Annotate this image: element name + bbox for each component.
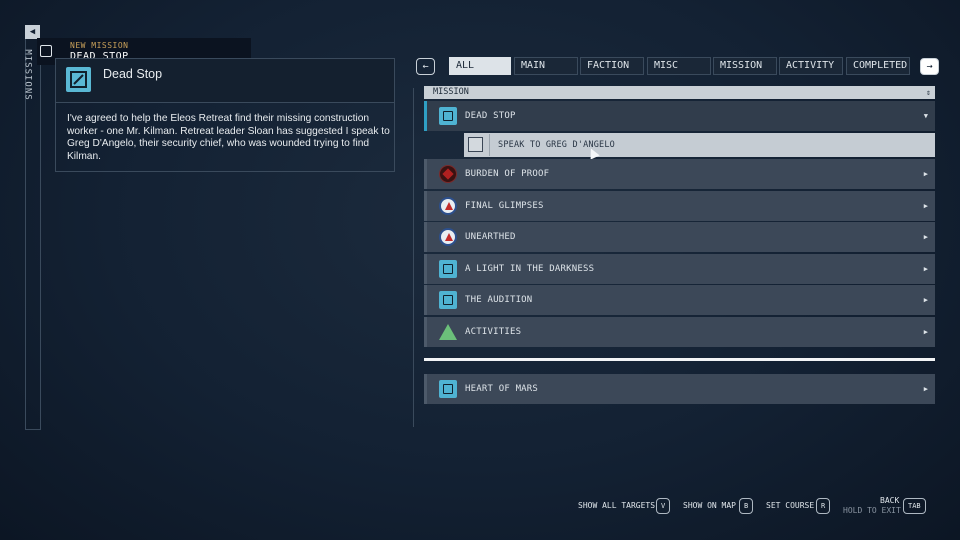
mission-icon	[40, 45, 52, 57]
hold-to-exit-label: HOLD TO EXIT	[843, 506, 901, 515]
list-header[interactable]: MISSION ⇕	[424, 86, 935, 99]
next-tab-button[interactable]: →	[920, 58, 939, 75]
mission-row-activities[interactable]: ACTIVITIES ▶	[424, 317, 935, 347]
chevron-down-icon: ▼	[923, 112, 928, 120]
mission-detail-description: I've agreed to help the Eleos Retreat fi…	[67, 113, 390, 162]
chevron-right-icon: ▶	[923, 233, 928, 241]
chevron-right-icon: ▶	[923, 385, 928, 393]
mission-row-label: HEART OF MARS	[465, 384, 539, 394]
list-separator	[424, 358, 935, 361]
united-colonies-icon	[439, 197, 457, 215]
tab-all[interactable]: ALL	[449, 57, 511, 75]
panel-divider	[413, 88, 414, 427]
mission-icon	[439, 260, 457, 278]
chevron-right-icon: ▶	[923, 202, 928, 210]
mission-icon	[439, 107, 457, 125]
mission-row-unearthed[interactable]: UNEARTHED ▶	[424, 222, 935, 252]
mission-row-final-glimpses[interactable]: FINAL GLIMPSES ▶	[424, 191, 935, 221]
mission-row-label: THE AUDITION	[465, 295, 533, 305]
tab-main[interactable]: MAIN	[514, 57, 578, 75]
united-colonies-icon	[439, 228, 457, 246]
mission-icon	[66, 67, 91, 92]
show-on-map-label: SHOW ON MAP	[683, 501, 736, 510]
chevron-right-icon: ▶	[923, 265, 928, 273]
objective-separator	[489, 134, 490, 156]
mission-row-the-audition[interactable]: THE AUDITION ▶	[424, 285, 935, 315]
previous-tab-button[interactable]: ←	[416, 58, 435, 75]
mission-row-label: ACTIVITIES	[465, 327, 522, 337]
notification-kicker: NEW MISSION	[70, 41, 129, 50]
mission-detail-header	[56, 59, 394, 103]
tab-faction[interactable]: FACTION	[580, 57, 644, 75]
mission-row-label: FINAL GLIMPSES	[465, 201, 544, 211]
mission-row-label: DEAD STOP	[465, 111, 516, 121]
mission-icon	[439, 380, 457, 398]
mission-row-dead-stop[interactable]: DEAD STOP ▼	[424, 101, 935, 131]
show-all-targets-label: SHOW ALL TARGETS	[578, 501, 656, 510]
back-label: BACK	[880, 496, 900, 505]
list-header-label: MISSION	[433, 87, 469, 97]
mission-row-burden-of-proof[interactable]: BURDEN OF PROOF ▶	[424, 159, 935, 189]
mission-row-label: BURDEN OF PROOF	[465, 169, 550, 179]
mission-row-a-light-in-the-darkness[interactable]: A LIGHT IN THE DARKNESS ▶	[424, 254, 935, 284]
show-on-map-key[interactable]: B	[739, 498, 754, 514]
set-course-key[interactable]: R	[816, 498, 831, 514]
objective-checkbox[interactable]	[468, 137, 483, 152]
missions-rail-label: MISSIONS	[22, 49, 33, 101]
mission-icon	[439, 291, 457, 309]
tab-completed[interactable]: COMPLETED	[846, 57, 910, 75]
show-all-targets-key[interactable]: V	[656, 498, 671, 514]
tab-mission[interactable]: MISSION	[713, 57, 777, 75]
crimson-fleet-icon	[439, 165, 457, 183]
tab-misc[interactable]: MISC	[647, 57, 711, 75]
mission-detail-title: Dead Stop	[103, 67, 163, 81]
mission-row-label: A LIGHT IN THE DARKNESS	[465, 264, 595, 274]
mission-row-label: UNEARTHED	[465, 232, 516, 242]
chevron-right-icon: ▶	[923, 296, 928, 304]
collapse-rail-button[interactable]: ◀	[25, 25, 40, 39]
activities-icon	[439, 324, 457, 340]
chevron-right-icon: ▶	[923, 170, 928, 178]
set-course-label: SET COURSE	[766, 501, 815, 510]
sort-icon[interactable]: ⇕	[926, 86, 931, 99]
tab-activity[interactable]: ACTIVITY	[779, 57, 843, 75]
back-key[interactable]: TAB	[903, 498, 926, 514]
chevron-right-icon: ▶	[923, 328, 928, 336]
mission-row-heart-of-mars[interactable]: HEART OF MARS ▶	[424, 374, 935, 404]
